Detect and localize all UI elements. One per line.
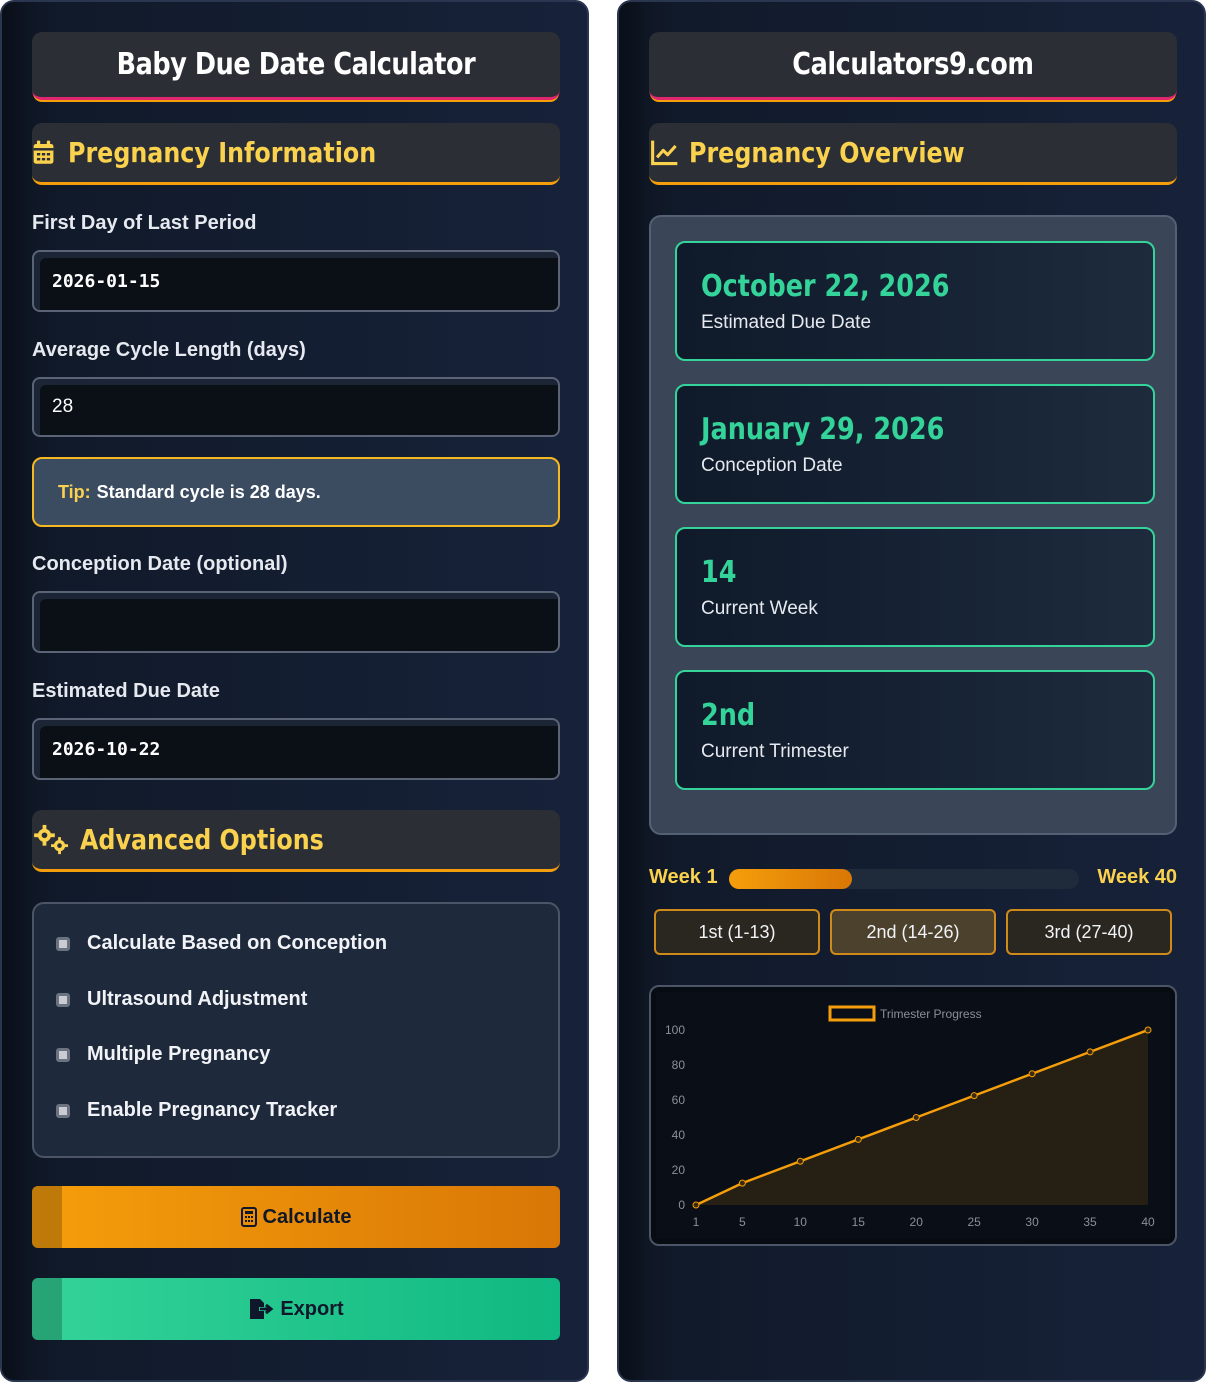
x-tick-label: 35	[1083, 1215, 1097, 1229]
conception-label: Conception Date (optional)	[32, 553, 288, 575]
option-label: Calculate Based on Conception	[87, 932, 388, 954]
y-tick-label: 0	[678, 1198, 685, 1212]
conception-date-card: January 29, 2026 Conception Date	[675, 384, 1155, 504]
data-point	[1028, 1070, 1036, 1078]
data-point	[1086, 1048, 1094, 1056]
y-tick-label: 40	[672, 1128, 686, 1142]
x-tick-label: 20	[910, 1215, 924, 1229]
section-title: Pregnancy Information	[68, 136, 377, 169]
trimester-1-button[interactable]: 1st (1-13)	[654, 909, 820, 955]
chart-svg: Trimester Progress0204060801001 5 10 15 20 25…	[656, 992, 1170, 1239]
x-tick-label: 30	[1025, 1215, 1039, 1229]
export-label: Export	[280, 1297, 344, 1320]
trimester-2-button[interactable]: 2nd (14-26)	[830, 909, 996, 955]
card-value: October 22, 2026	[701, 269, 950, 304]
checkbox[interactable]	[56, 1047, 70, 1062]
week-progress-bar	[729, 869, 1079, 889]
data-point	[970, 1092, 978, 1100]
cycle-length-input[interactable]: 28	[32, 377, 560, 437]
section-title: Advanced Options	[80, 823, 324, 856]
data-point	[796, 1157, 804, 1165]
y-tick-label: 20	[672, 1163, 686, 1177]
page-title: Baby Due Date Calculator	[116, 47, 476, 82]
checkbox[interactable]	[56, 992, 70, 1007]
card-value: January 29, 2026	[701, 412, 945, 447]
x-tick-label: 25	[967, 1215, 981, 1229]
card-caption: Estimated Due Date	[701, 312, 872, 333]
export-button[interactable]: Export	[32, 1278, 560, 1340]
option-multiple-pregnancy[interactable]: Multiple Pregnancy	[56, 1043, 270, 1066]
checkbox[interactable]	[56, 936, 70, 951]
overview-panel: Calculators9.com Pregnancy Overview Octo…	[617, 0, 1206, 1382]
calculator-panel: Baby Due Date Calculator Pregnancy Infor…	[0, 0, 589, 1382]
advanced-options-header: Advanced Options	[32, 810, 560, 872]
week-start-label: Week 1	[649, 866, 718, 888]
line-chart-icon	[651, 140, 678, 165]
option-enable-pregnancy-tracker[interactable]: Enable Pregnancy Tracker	[56, 1099, 337, 1122]
card-value: 2nd	[701, 698, 756, 733]
card-value: 14	[701, 555, 737, 590]
tip-box: Tip: Standard cycle is 28 days.	[32, 457, 560, 527]
trimester-progress-chart: Trimester Progress 0 20 40 60 80 100 1 5 10 15 20 25…	[649, 985, 1177, 1246]
site-title-bar: Calculators9.com	[649, 32, 1177, 100]
y-tick-label: 100	[665, 1023, 685, 1037]
gears-icon	[34, 824, 68, 854]
data-point	[692, 1201, 700, 1209]
option-label: Enable Pregnancy Tracker	[87, 1099, 338, 1121]
data-point	[1144, 1026, 1152, 1034]
advanced-options-list: Calculate Based on Conception Ultrasound…	[32, 902, 560, 1158]
current-week-card: 14 Current Week	[675, 527, 1155, 647]
option-calculate-based-on-conception[interactable]: Calculate Based on Conception	[56, 932, 387, 955]
card-caption: Current Week	[701, 598, 818, 619]
option-label: Ultrasound Adjustment	[87, 988, 308, 1010]
export-file-icon	[250, 1299, 274, 1319]
trimester-label: 2nd (14-26)	[866, 921, 960, 942]
pregnancy-overview-header: Pregnancy Overview	[649, 123, 1177, 185]
option-ultrasound-adjustment[interactable]: Ultrasound Adjustment	[56, 988, 307, 1011]
y-tick-label: 80	[672, 1058, 686, 1072]
current-trimester-card: 2nd Current Trimester	[675, 670, 1155, 790]
option-label: Multiple Pregnancy	[87, 1043, 271, 1065]
x-tick-label: 40	[1141, 1215, 1155, 1229]
legend-label: Trimester Progress	[880, 1007, 982, 1021]
data-point	[912, 1114, 920, 1121]
overview-cards-container: October 22, 2026 Estimated Due Date Janu…	[649, 215, 1177, 835]
due-date-label: Estimated Due Date	[32, 680, 220, 702]
week-progress-row: Week 1 Week 40	[649, 866, 1177, 892]
x-tick-label: 15	[852, 1215, 866, 1229]
calendar-icon	[33, 140, 54, 164]
trimester-label: 3rd (27-40)	[1044, 921, 1134, 942]
trimester-3-button[interactable]: 3rd (27-40)	[1006, 909, 1172, 955]
tip-text: Standard cycle is 28 days.	[96, 481, 321, 502]
calculator-title-bar: Baby Due Date Calculator	[32, 32, 560, 100]
calculate-button[interactable]: Calculate	[32, 1186, 560, 1248]
trimester-label: 1st (1-13)	[698, 921, 776, 942]
y-tick-label: 60	[672, 1093, 686, 1107]
week-end-label: Week 40	[1097, 866, 1177, 888]
week-progress-fill	[729, 869, 852, 889]
conception-date-input[interactable]	[32, 591, 560, 653]
data-point	[738, 1179, 746, 1187]
tip-key: Tip:	[58, 481, 91, 502]
checkbox[interactable]	[56, 1103, 70, 1118]
pregnancy-info-header: Pregnancy Information	[32, 123, 560, 185]
lmp-label: First Day of Last Period	[32, 212, 257, 234]
card-caption: Current Trimester	[701, 741, 849, 762]
x-tick-label: 5	[739, 1215, 746, 1229]
data-point	[854, 1135, 862, 1143]
lmp-date-input[interactable]: 2026-01-15	[32, 250, 560, 312]
calculate-label: Calculate	[262, 1205, 352, 1228]
calculator-icon	[240, 1207, 257, 1227]
due-date-card: October 22, 2026 Estimated Due Date	[675, 241, 1155, 361]
site-title: Calculators9.com	[792, 47, 1034, 82]
cycle-length-label: Average Cycle Length (days)	[32, 339, 306, 361]
section-title: Pregnancy Overview	[689, 136, 965, 169]
x-tick-label: 10	[794, 1215, 808, 1229]
due-date-field[interactable]: 2026-10-22	[32, 718, 560, 780]
x-tick-label: 1	[693, 1215, 700, 1229]
card-caption: Conception Date	[701, 455, 843, 476]
